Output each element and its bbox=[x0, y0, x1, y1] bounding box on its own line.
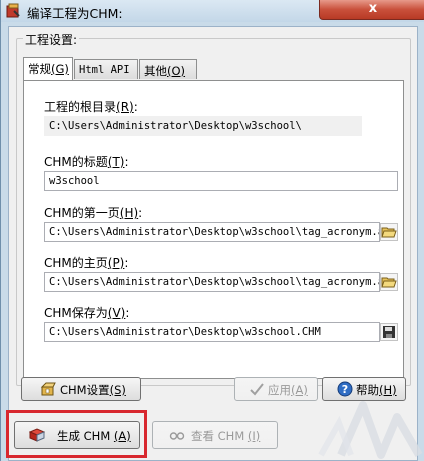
folder-open-icon bbox=[381, 277, 397, 288]
chm-settings-hotkey: (S) bbox=[109, 383, 126, 397]
view-chm-label: 查看 CHM bbox=[191, 429, 245, 443]
window-title: 编译工程为CHM: bbox=[27, 6, 123, 21]
folder-open-icon bbox=[381, 227, 397, 238]
apply-label: 应用 bbox=[268, 383, 291, 397]
tab-html-api[interactable]: Html API bbox=[74, 59, 138, 79]
home-page-field[interactable]: C:\Users\Administrator\Desktop\w3school\… bbox=[44, 272, 380, 292]
tab-other[interactable]: 其他(O) bbox=[139, 59, 197, 79]
tab-other-hotkey: (O) bbox=[167, 64, 186, 78]
close-icon: x bbox=[368, 1, 378, 16]
chm-title-label: CHM的标题(T): bbox=[44, 155, 129, 169]
floppy-disk-icon bbox=[383, 326, 395, 338]
settings-package-icon bbox=[40, 382, 56, 396]
glasses-icon bbox=[169, 432, 185, 440]
general-tab-panel: 工程的根目录(R): C:\Users\Administrator\Deskto… bbox=[23, 80, 404, 379]
first-page-browse-button[interactable] bbox=[380, 223, 398, 241]
root-dir-label: 工程的根目录(R): bbox=[44, 100, 138, 114]
title-bar[interactable]: 编译工程为CHM: x bbox=[1, 0, 424, 22]
tab-general-hotkey: (G) bbox=[51, 62, 69, 76]
view-chm-hotkey: (I) bbox=[247, 429, 261, 443]
group-label: 工程设置: bbox=[23, 31, 80, 48]
tab-html-api-label: Html API bbox=[79, 64, 130, 76]
compile-dialog-window: 编译工程为CHM: x 工程设置: 常规(G) Html API 其他(O) 工… bbox=[0, 0, 424, 461]
watermark-logo bbox=[318, 401, 423, 459]
root-dir-field[interactable]: C:\Users\Administrator\Desktop\w3school\ bbox=[44, 116, 362, 136]
chm-settings-label: CHM设置 bbox=[60, 383, 110, 397]
tab-general-label: 常规 bbox=[28, 62, 51, 76]
save-as-label: CHM保存为(V): bbox=[44, 306, 130, 320]
app-icon bbox=[6, 3, 20, 18]
tab-other-label: 其他 bbox=[144, 64, 167, 78]
first-page-field[interactable]: C:\Users\Administrator\Desktop\w3school\… bbox=[44, 222, 380, 242]
tab-general[interactable]: 常规(G) bbox=[23, 57, 73, 80]
highlight-annotation bbox=[6, 410, 147, 458]
view-chm-button[interactable]: 查看 CHM (I) bbox=[152, 421, 278, 449]
home-page-browse-button[interactable] bbox=[380, 273, 398, 291]
chm-title-field[interactable]: w3school bbox=[44, 171, 398, 191]
save-as-field[interactable]: C:\Users\Administrator\Desktop\w3school.… bbox=[44, 322, 380, 342]
close-button[interactable]: x bbox=[319, 0, 424, 20]
first-page-label: CHM的第一页(H): bbox=[44, 206, 143, 220]
checkmark-icon bbox=[250, 383, 264, 396]
chm-settings-button[interactable]: CHM设置(S) bbox=[21, 377, 141, 401]
home-page-label: CHM的主页(P): bbox=[44, 256, 129, 270]
save-as-browse-button[interactable] bbox=[380, 323, 398, 341]
